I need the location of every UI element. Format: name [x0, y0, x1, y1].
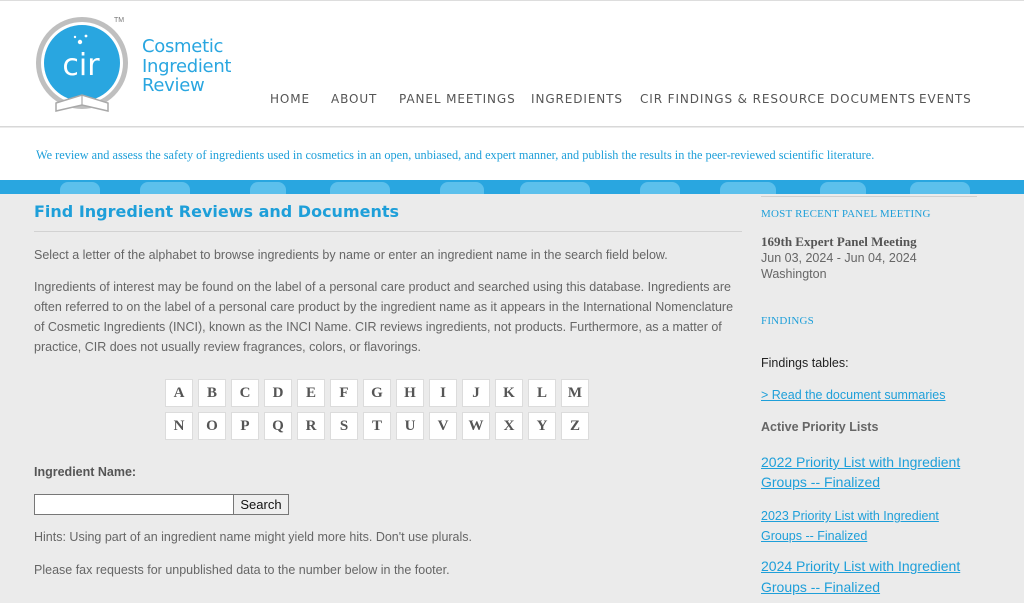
letter-t-button[interactable]: T — [363, 412, 391, 440]
letter-d-button[interactable]: D — [264, 379, 292, 407]
nav-home[interactable]: HOME — [270, 92, 310, 106]
site-header: cir TM Cosmetic Ingredient Review HOME A… — [0, 0, 1024, 127]
letter-p-button[interactable]: P — [231, 412, 259, 440]
nav-panel-meetings[interactable]: PANEL MEETINGS — [399, 92, 516, 106]
recent-meeting-heading: MOST RECENT PANEL MEETING — [761, 208, 931, 220]
decorative-stripe — [0, 180, 1024, 194]
letter-z-button[interactable]: Z — [561, 412, 589, 440]
nav-about[interactable]: ABOUT — [331, 92, 377, 106]
nav-cir-findings[interactable]: CIR FINDINGS & RESOURCE DOCUMENTS — [640, 92, 916, 106]
meeting-title[interactable]: 169th Expert Panel Meeting — [761, 234, 917, 250]
nav-events[interactable]: EVENTS — [919, 92, 972, 106]
brand-name-line1: Cosmetic — [142, 36, 224, 57]
findings-tables-label: Findings tables: — [761, 356, 849, 370]
priority-list-2024-link[interactable]: 2024 Priority List with Ingredient Group… — [761, 556, 960, 598]
letter-q-button[interactable]: Q — [264, 412, 292, 440]
letter-e-button[interactable]: E — [297, 379, 325, 407]
letter-j-button[interactable]: J — [462, 379, 490, 407]
title-divider — [34, 231, 742, 232]
letter-y-button[interactable]: Y — [528, 412, 556, 440]
letter-u-button[interactable]: U — [396, 412, 424, 440]
priority-list-2023-line2: Groups -- Finalized — [761, 529, 868, 543]
priority-list-2022-line1: 2022 Priority List with Ingredient — [761, 454, 961, 470]
mission-band: We review and assess the safety of ingre… — [0, 128, 1024, 180]
brand-name-line2: Ingredient — [142, 55, 232, 77]
brand-name[interactable]: Cosmetic Ingredient Review — [142, 36, 232, 96]
letter-g-button[interactable]: G — [363, 379, 391, 407]
mission-statement: We review and assess the safety of ingre… — [36, 148, 875, 162]
body-text: Ingredients of interest may be found on … — [34, 280, 734, 354]
sidebar-divider — [761, 196, 977, 197]
letter-i-button[interactable]: I — [429, 379, 457, 407]
trademark-mark: TM — [114, 17, 125, 24]
letter-k-button[interactable]: K — [495, 379, 523, 407]
ingredient-name-label: Ingredient Name: — [34, 465, 137, 479]
page-title: Find Ingredient Reviews and Documents — [34, 202, 400, 221]
letter-w-button[interactable]: W — [462, 412, 490, 440]
priority-list-2022-line2: Groups -- Finalized — [761, 474, 881, 490]
letter-n-button[interactable]: N — [165, 412, 193, 440]
priority-list-2023-link[interactable]: 2023 Priority List with Ingredient Group… — [761, 506, 939, 546]
read-summaries-link[interactable]: > Read the document summaries — [761, 388, 945, 402]
ingredient-search-input[interactable] — [34, 494, 234, 515]
nav-ingredients[interactable]: INGREDIENTS — [531, 92, 623, 106]
meeting-location: Washington — [761, 267, 827, 281]
letter-s-button[interactable]: S — [330, 412, 358, 440]
main-nav: HOME ABOUT PANEL MEETINGS INGREDIENTS CI… — [0, 92, 1024, 108]
findings-heading: FINDINGS — [761, 315, 814, 327]
priority-list-2022-link[interactable]: 2022 Priority List with Ingredient Group… — [761, 452, 960, 492]
letter-l-button[interactable]: L — [528, 379, 556, 407]
priority-list-2024-line1: 2024 Priority List with Ingredient — [761, 558, 961, 574]
letter-h-button[interactable]: H — [396, 379, 424, 407]
search-hint: Hints: Using part of an ingredient name … — [34, 530, 473, 544]
priority-list-2023-line1: 2023 Priority List with Ingredient — [761, 509, 939, 523]
active-priority-lists-heading: Active Priority Lists — [761, 420, 879, 434]
letter-a-button[interactable]: A — [165, 379, 193, 407]
search-button[interactable]: Search — [233, 494, 289, 515]
intro-text: Select a letter of the alphabet to brows… — [34, 248, 668, 262]
meeting-dates: Jun 03, 2024 - Jun 04, 2024 — [761, 251, 917, 265]
letter-b-button[interactable]: B — [198, 379, 226, 407]
letter-f-button[interactable]: F — [330, 379, 358, 407]
svg-text:cir: cir — [62, 48, 100, 83]
letter-x-button[interactable]: X — [495, 412, 523, 440]
priority-list-2024-line2: Groups -- Finalized — [761, 579, 881, 595]
letter-o-button[interactable]: O — [198, 412, 226, 440]
fax-note: Please fax requests for unpublished data… — [34, 563, 450, 577]
letter-c-button[interactable]: C — [231, 379, 259, 407]
letter-m-button[interactable]: M — [561, 379, 589, 407]
letter-v-button[interactable]: V — [429, 412, 457, 440]
letter-r-button[interactable]: R — [297, 412, 325, 440]
